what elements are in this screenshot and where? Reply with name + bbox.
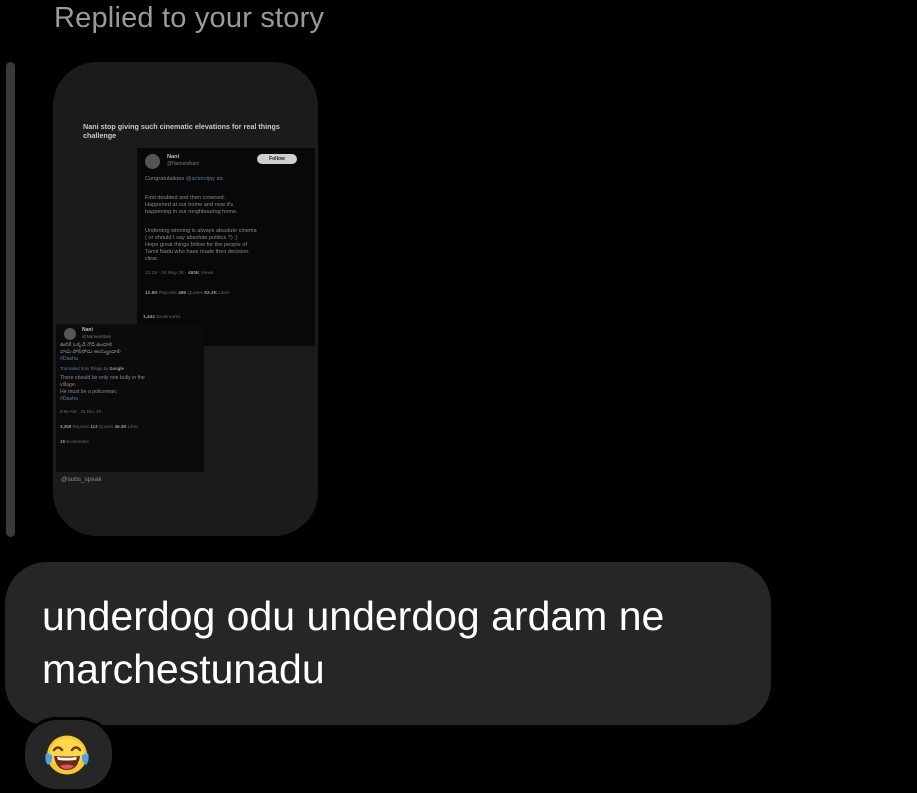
congrats-suffix: sir. [215, 176, 224, 182]
main-tweet-screenshot: Nani @NameisNani Follow Congratulations … [137, 148, 315, 346]
bookmarks-count: 1,442 [143, 315, 156, 320]
translated-note: Translated from Telugu by Google [60, 366, 200, 373]
follow-button: Follow [257, 154, 297, 164]
tweet-line: village. [60, 382, 77, 388]
likes-label: Likes [126, 424, 139, 429]
bookmarks-label: Bookmarks [65, 439, 89, 444]
story-watermark: @subs_speak [61, 476, 102, 483]
tweet-line: happening in our neighbouring home. [145, 209, 238, 215]
tweet-stats: 12.8K Reposts 496 Quotes 53.3K Likes [145, 290, 230, 297]
hashtag: #Dasha [60, 396, 78, 402]
tweet-line: Happened at our home and now it's [145, 202, 234, 208]
tweet-line: Underdog winning is always absolute cine… [145, 228, 257, 234]
story-preview[interactable]: Nani stop giving such cinematic elevatio… [53, 62, 318, 536]
tweet-line: There should be only one bully in the [60, 375, 145, 381]
telugu-line: వాడు పోలీసోడు అయ్యుండాలి [60, 349, 121, 355]
reposts-label: Reposts [71, 424, 91, 429]
reply-indicator-bar [6, 62, 15, 537]
tweet-author-handle: @NameisNani [82, 334, 112, 339]
quotes-label: Quotes [186, 291, 205, 296]
story-caption: Nani stop giving such cinematic elevatio… [83, 122, 280, 140]
quotes-count: 496 [178, 291, 187, 296]
tweet-author-name: Nani [167, 154, 180, 160]
tweet-congrats-line: Congratulations @actorvijay sir. [145, 176, 313, 183]
mention-link: @actorvijay [185, 176, 216, 182]
tweet-author-name: Nani [82, 327, 93, 333]
translated-by: Google [109, 366, 124, 371]
quotes-count: 113 [90, 424, 98, 429]
tweet-time: 12:15 · 04 May 26 · [145, 271, 188, 276]
tweet-author-handle: @NameisNani [167, 161, 200, 167]
bookmarks-label: Bookmarks [155, 315, 181, 320]
tweet-bookmarks: 1,442 Bookmarks [143, 314, 180, 321]
avatar [145, 154, 160, 169]
tweet-stats: 3,359 Reposts 113 Quotes 46.3K Likes [60, 424, 138, 431]
congrats-prefix: Congratulations [145, 176, 186, 182]
tweet-bookmarks: 15 Bookmarks [60, 439, 89, 446]
face-with-tears-of-joy-icon [45, 735, 89, 775]
tweet-line: He must be a policeman. [60, 389, 118, 395]
inset-tweet-screenshot: Nani @NameisNani ఊరికి ఒక్కడే రౌడీ ఉండాల… [56, 324, 204, 472]
tweet-line: First doubted and then crowned. [145, 195, 226, 201]
replied-to-story-label: Replied to your story [54, 2, 325, 34]
telugu-line: ఊరికి ఒక్కడే రౌడీ ఉండాలి [60, 342, 113, 348]
tweet-meta: 8:56 AM · 26 Dec 19 [60, 409, 102, 414]
tweet-line: clear. [145, 256, 159, 262]
likes-label: Likes [217, 291, 230, 296]
reaction-pill[interactable] [22, 717, 115, 792]
likes-count: 46.3K [114, 424, 127, 429]
tweet-views-label: Views [199, 271, 214, 276]
quotes-label: Quotes [97, 424, 115, 429]
message-text: underdog odu underdog ardam ne marchestu… [42, 593, 665, 692]
avatar [64, 328, 76, 340]
reposts-count: 12.8K [145, 291, 158, 296]
tweet-line: ( or should I say absolute politics ?) :… [145, 235, 238, 241]
tweet-line: Hope great things follow for the people … [145, 242, 247, 248]
tweet-meta: 12:15 · 04 May 26 · 493K Views [145, 270, 213, 277]
tweet-views: 493K [187, 271, 200, 276]
likes-count: 53.3K [204, 291, 218, 296]
hashtag: #Dasha [60, 356, 78, 362]
tweet-line: Tamil Nadu who have made their decision [145, 249, 249, 255]
reposts-count: 3,359 [60, 424, 72, 429]
translated-prefix: Translated from Telugu by [60, 366, 110, 371]
reposts-label: Reposts [157, 291, 179, 296]
message-bubble[interactable]: underdog odu underdog ardam ne marchestu… [5, 562, 771, 725]
